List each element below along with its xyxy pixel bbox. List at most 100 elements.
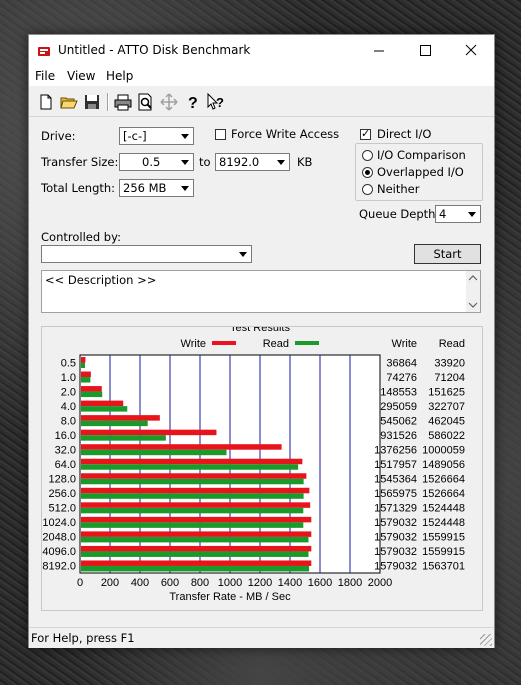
x-tick-label: 2000 <box>368 577 392 589</box>
neither-radio[interactable] <box>362 184 373 195</box>
read-bar <box>81 493 304 499</box>
write-value: 1579032 <box>374 561 417 573</box>
overlapped-io-radio[interactable] <box>362 167 373 178</box>
x-tick-label: 800 <box>191 577 209 589</box>
y-tick-label: 4.0 <box>61 401 76 413</box>
status-text: For Help, press F1 <box>31 631 135 645</box>
read-value: 322707 <box>428 401 465 413</box>
queue-depth-select[interactable]: 4 <box>435 205 481 223</box>
close-button[interactable] <box>448 35 494 66</box>
start-button[interactable]: Start <box>414 244 481 264</box>
test-results-group: Test Results Write Read Write Read 0 200 400 600… <box>41 322 483 611</box>
y-tick-label: 1024.0 <box>42 517 76 529</box>
y-tick-label: 1.0 <box>61 372 76 384</box>
kb-label: KB <box>297 155 313 169</box>
y-tick-label: 4096.0 <box>42 546 76 558</box>
write-bar <box>81 545 312 552</box>
description-scrollbar[interactable] <box>466 271 480 312</box>
open-icon[interactable] <box>59 92 79 112</box>
read-bar <box>81 435 166 441</box>
read-value: 71204 <box>434 372 465 384</box>
overlapped-io-label: Overlapped I/O <box>377 165 464 179</box>
minimize-button[interactable] <box>356 35 402 66</box>
direct-io-checkbox[interactable] <box>360 127 371 140</box>
x-tick-label: 1000 <box>218 577 242 589</box>
write-bar <box>81 560 312 566</box>
chevron-down-icon[interactable] <box>464 206 480 222</box>
svg-text:?: ? <box>188 95 198 112</box>
total-length-select[interactable]: 256 MB <box>119 179 194 197</box>
direct-io-label: Direct I/O <box>377 127 432 141</box>
read-value: 151625 <box>428 386 465 398</box>
chevron-down-icon[interactable] <box>177 154 193 170</box>
x-tick-label: 1200 <box>248 577 272 589</box>
maximize-button[interactable] <box>402 35 448 66</box>
print-icon[interactable] <box>113 92 133 112</box>
write-value: 1579032 <box>374 517 417 529</box>
transfer-to-value: 8192.0 <box>219 155 260 169</box>
x-axis-label: Transfer Rate - MB / Sec <box>169 591 291 603</box>
write-value: 1545364 <box>374 474 417 486</box>
y-tick-label: 2048.0 <box>42 532 76 544</box>
read-value: 1526664 <box>422 474 465 486</box>
new-icon[interactable] <box>36 92 56 112</box>
context-help-icon[interactable]: ? <box>205 92 225 112</box>
chevron-down-icon[interactable] <box>273 154 289 170</box>
app-icon <box>38 47 50 56</box>
app-window: Untitled - ATTO Disk Benchmark File View… <box>28 34 495 648</box>
save-icon[interactable] <box>82 92 102 112</box>
write-value: 1571329 <box>374 503 417 515</box>
to-label: to <box>199 155 211 169</box>
menu-bar: File View Help <box>29 66 494 86</box>
read-bar <box>81 449 227 456</box>
chevron-down-icon[interactable] <box>235 246 251 262</box>
write-value: 295059 <box>380 401 417 413</box>
description-text: << Description >> <box>45 273 157 287</box>
read-bar <box>81 420 148 427</box>
write-value: 1579032 <box>374 546 417 558</box>
read-bar <box>81 362 85 368</box>
menu-view[interactable]: View <box>67 69 95 83</box>
io-comparison-radio[interactable] <box>362 150 373 161</box>
resize-grip-icon[interactable] <box>480 634 492 646</box>
write-bar <box>81 400 124 407</box>
write-bar <box>81 386 102 392</box>
force-write-label: Force Write Access <box>231 127 340 141</box>
help-icon[interactable]: ? <box>182 92 202 112</box>
read-bar <box>81 522 304 528</box>
transfer-from-select[interactable]: 0.5 <box>119 153 194 171</box>
write-value: 1376256 <box>374 444 417 456</box>
chevron-down-icon[interactable] <box>177 128 193 144</box>
drive-label: Drive: <box>41 129 76 143</box>
move-icon[interactable] <box>159 92 179 112</box>
read-value: 1559915 <box>422 546 465 558</box>
col-write-header: Write <box>392 338 417 350</box>
force-write-checkbox[interactable] <box>215 129 226 140</box>
title-bar[interactable]: Untitled - ATTO Disk Benchmark <box>29 35 494 66</box>
controlled-by-select[interactable] <box>41 245 252 263</box>
description-box[interactable]: << Description >> <box>41 270 481 313</box>
write-bar <box>81 429 217 436</box>
read-bar <box>81 464 299 470</box>
write-bar <box>81 502 311 508</box>
write-value: 931526 <box>380 430 417 442</box>
write-value: 148553 <box>380 386 417 398</box>
read-value: 462045 <box>428 415 465 427</box>
menu-help[interactable]: Help <box>106 69 133 83</box>
y-tick-label: 16.0 <box>55 430 76 442</box>
read-value: 1000059 <box>422 444 465 456</box>
x-tick-label: 200 <box>101 577 119 589</box>
maximize-icon <box>420 45 431 56</box>
read-bar <box>81 551 309 557</box>
menu-file[interactable]: File <box>35 69 55 83</box>
status-bar: For Help, press F1 <box>29 627 494 648</box>
write-bar <box>81 516 312 523</box>
write-bar <box>81 531 312 537</box>
transfer-to-select[interactable]: 8192.0 <box>215 153 290 171</box>
print-preview-icon[interactable] <box>136 92 156 112</box>
drive-select[interactable]: [-c-] <box>119 127 194 145</box>
controlled-by-label: Controlled by: <box>41 230 121 244</box>
write-value: 74276 <box>386 372 417 384</box>
y-tick-label: 2.0 <box>61 386 76 398</box>
chevron-down-icon[interactable] <box>177 180 193 196</box>
